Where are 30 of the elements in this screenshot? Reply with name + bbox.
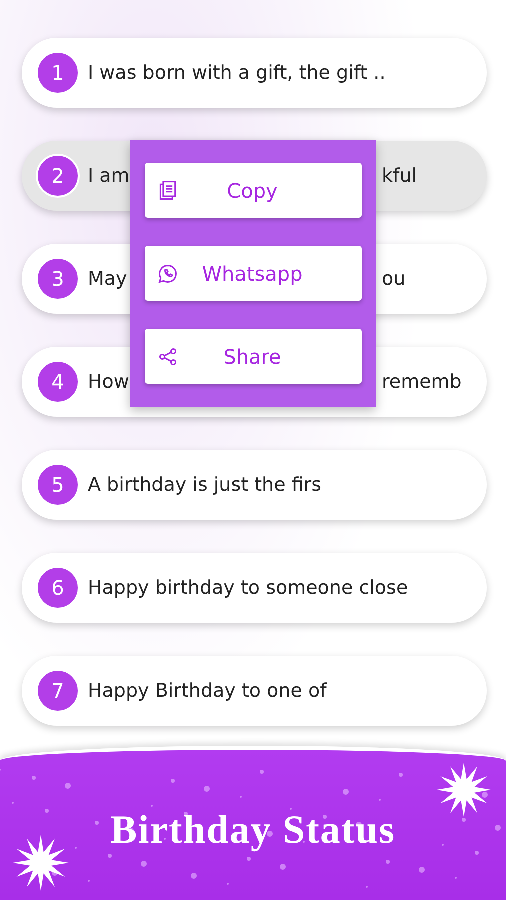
status-item[interactable]: 1 I was born with a gift, the gift .. <box>22 38 487 108</box>
status-text: May <box>88 268 128 290</box>
number-badge: 7 <box>36 669 80 713</box>
status-text: A birthday is just the firs <box>88 474 322 496</box>
copy-button[interactable]: Copy <box>145 163 362 218</box>
status-text: Happy birthday to someone close <box>88 577 408 599</box>
number-badge: 2 <box>36 154 80 198</box>
app-title: Birthday Status <box>110 806 396 852</box>
share-button[interactable]: Share <box>145 329 362 384</box>
number-badge: 6 <box>36 566 80 610</box>
number-badge: 4 <box>36 360 80 404</box>
number-badge: 3 <box>36 257 80 301</box>
number-badge: 1 <box>36 51 80 95</box>
whatsapp-button[interactable]: Whatsapp <box>145 246 362 301</box>
status-item[interactable]: 7 Happy Birthday to one of <box>22 656 487 726</box>
whatsapp-icon <box>157 262 179 284</box>
status-text: Happy Birthday to one of <box>88 680 327 702</box>
status-text: ou <box>382 268 406 290</box>
status-text: How <box>88 371 130 393</box>
status-text: I am <box>88 165 130 187</box>
status-text: I was born with a gift, the gift .. <box>88 62 386 84</box>
starburst-icon <box>12 834 70 892</box>
documents-icon <box>157 180 179 202</box>
status-text: kful <box>382 165 418 187</box>
number-badge: 5 <box>36 463 80 507</box>
status-item[interactable]: 6 Happy birthday to someone close <box>22 553 487 623</box>
status-text: rememb <box>382 371 462 393</box>
starburst-icon <box>436 762 492 818</box>
status-item[interactable]: 5 A birthday is just the firs <box>22 450 487 520</box>
share-icon <box>157 346 179 368</box>
